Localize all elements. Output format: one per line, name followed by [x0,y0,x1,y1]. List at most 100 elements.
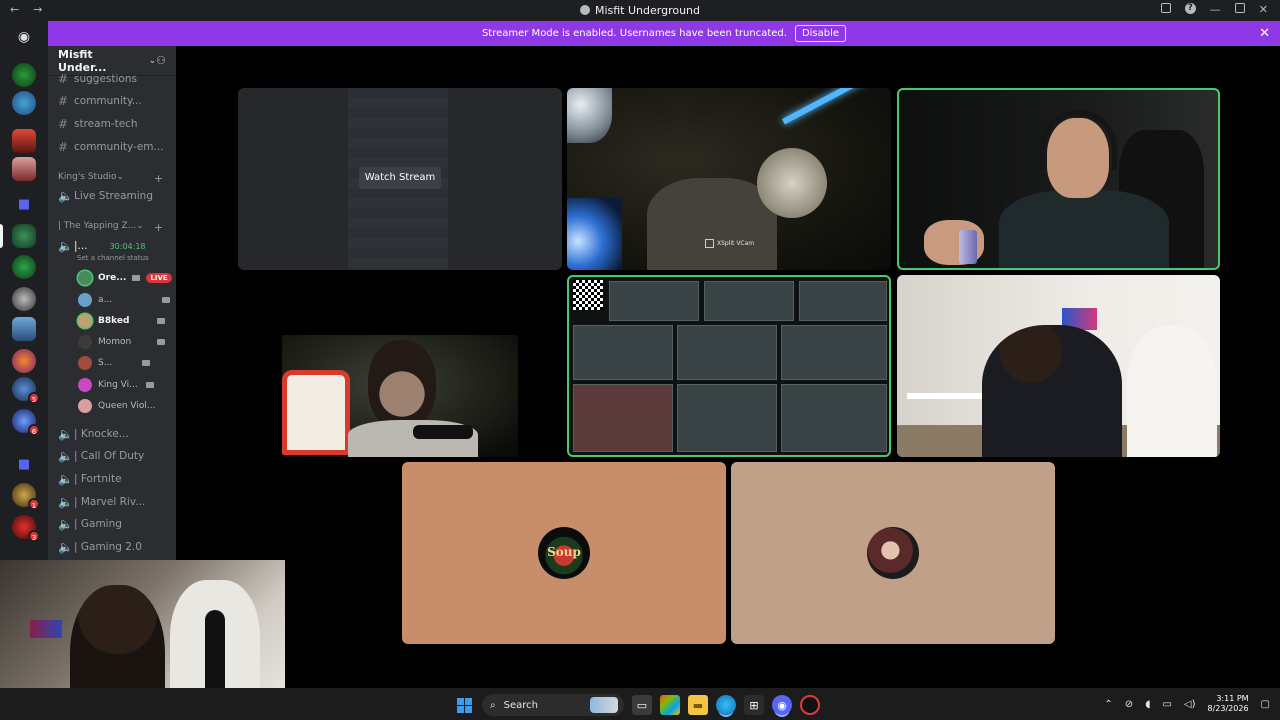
camera-icon [157,318,166,324]
task-view-icon[interactable]: ▭ [632,695,652,715]
camera-icon [162,297,171,303]
discord-icon[interactable]: ◉ [772,695,792,715]
folder-icon[interactable]: ■ [12,453,36,477]
lamp [567,88,612,143]
blue-light [567,198,622,270]
server-icon[interactable] [12,317,36,341]
channel-label: suggestions [74,73,137,85]
speaker-icon: 🔈 [58,495,73,509]
close-window-button[interactable]: ✕ [1259,3,1268,16]
help-icon[interactable]: ? [1184,3,1196,14]
volume-icon[interactable]: ◁) [1184,699,1196,710]
voice-user[interactable]: Ore... LIVE [78,271,172,285]
server-icon[interactable]: 3 [12,515,40,542]
server-icon[interactable]: 6 [12,409,40,436]
voice-user[interactable]: Queen Viol... [78,399,155,413]
file-explorer-icon[interactable]: ▬ [688,695,708,715]
qr-code [573,280,603,310]
wifi-off-icon[interactable]: ⊘ [1125,699,1133,710]
taskbar-search[interactable]: ⌕ Search [482,694,624,716]
server-icon[interactable] [12,349,36,373]
search-icon: ⌕ [490,699,496,711]
category-kings-studio[interactable]: King's Studio ⌄ + [58,172,163,185]
server-icon[interactable] [12,287,36,311]
disable-streamer-mode-button[interactable]: Disable [794,25,847,42]
chevron-up-icon[interactable]: ⌃ [1104,699,1112,710]
streamer-mode-banner: Streamer Mode is enabled. Usernames have… [48,21,1280,46]
channel-label: community-em... [74,141,164,153]
channel-community[interactable]: # community... [58,94,142,108]
avatar [78,293,92,307]
voice-channel-marvel-rivals[interactable]: 🔈 | Marvel Riv... [58,495,145,509]
inbox-icon[interactable] [1160,3,1171,13]
voice-channel-fortnite[interactable]: 🔈 | Fortnite [58,472,122,486]
channel-live-streaming[interactable]: 🔈 Live Streaming [58,189,153,203]
easel [282,370,350,455]
voice-user[interactable]: S... [78,356,151,370]
discord-home-icon[interactable]: ◉ [12,25,36,49]
channel-label: | Knocke... [74,428,129,440]
server-icon[interactable]: 1 [12,483,40,510]
maximize-button[interactable] [1234,3,1245,13]
channel-suggestions[interactable]: # suggestions [58,72,137,86]
obs-icon[interactable] [800,695,820,715]
video-tile-speaking[interactable] [897,88,1220,270]
start-button[interactable] [454,695,474,715]
audio-only-tile[interactable] [731,462,1055,644]
voice-user[interactable]: B8ked [78,314,166,328]
shared-window [573,384,673,452]
title-bar: ← → Misfit Underground ? — ✕ [0,0,1280,21]
shelf [907,393,987,399]
category-yapping-zone[interactable]: | The Yapping Z... ⌄ + [58,221,163,234]
close-banner-icon[interactable]: ✕ [1259,26,1270,41]
copilot-icon[interactable] [660,695,680,715]
server-icon[interactable] [12,157,36,181]
add-channel-icon[interactable]: + [154,172,163,185]
voice-user[interactable]: King Vi... [78,378,154,392]
notifications-icon[interactable]: ▢ [1261,699,1270,710]
watch-stream-button[interactable]: Watch Stream [359,167,441,189]
video-tile[interactable] [897,275,1220,457]
drink-can [959,230,977,264]
stream-tile-hidden[interactable]: Watch Stream [238,88,562,270]
video-tile[interactable] [238,275,562,457]
invite-people-icon[interactable]: ⚇ [156,54,166,67]
server-icon[interactable] [12,255,36,279]
video-tile[interactable]: XSplit VCam [567,88,891,270]
minimize-button[interactable]: — [1210,3,1221,16]
notification-badge: 5 [28,392,40,404]
avatar [78,399,92,413]
channel-stream-tech[interactable]: # stream-tech [58,117,138,131]
server-icon-selected[interactable] [12,224,36,248]
voice-channel-knocke[interactable]: 🔈 | Knocke... [58,427,129,441]
edge-icon[interactable] [716,695,736,715]
screen-share-tile[interactable] [567,275,891,457]
audio-only-tile[interactable]: Soup [402,462,726,644]
microphone-icon[interactable]: ◖ [1145,699,1150,710]
person-head [757,148,827,218]
shared-window [704,281,794,321]
voice-channel-gaming-2[interactable]: 🔈 | Gaming 2.0 [58,540,142,554]
guild-name: Misfit Under... [58,47,107,74]
notification-badge: 6 [28,424,40,436]
clock[interactable]: 3:11 PM 8/23/2026 [1208,694,1249,714]
voice-user[interactable]: a... [78,293,171,307]
windows-logo-icon [456,697,472,713]
server-icon[interactable] [12,91,36,115]
active-voice-channel[interactable]: 🔈 |... 30:04:18 [58,239,146,253]
voice-channel-call-of-duty[interactable]: 🔈 | Call Of Duty [58,449,144,463]
voice-user[interactable]: Momon [78,335,166,349]
channel-community-em[interactable]: # community-em... [58,140,164,154]
store-icon[interactable]: ⊞ [744,695,764,715]
server-icon[interactable]: 5 [12,377,40,404]
server-icon[interactable] [12,63,36,87]
background-hoodie [1127,325,1217,457]
server-icon[interactable] [12,129,36,153]
active-user: |... [74,240,88,252]
voice-channel-gaming[interactable]: 🔈 | Gaming [58,517,122,531]
add-channel-icon[interactable]: + [154,221,163,234]
channel-status[interactable]: Set a channel status [77,254,149,262]
search-highlight-image [590,697,618,713]
display-icon[interactable]: ▭ [1162,699,1171,710]
folder-icon[interactable]: ■ [12,193,36,217]
